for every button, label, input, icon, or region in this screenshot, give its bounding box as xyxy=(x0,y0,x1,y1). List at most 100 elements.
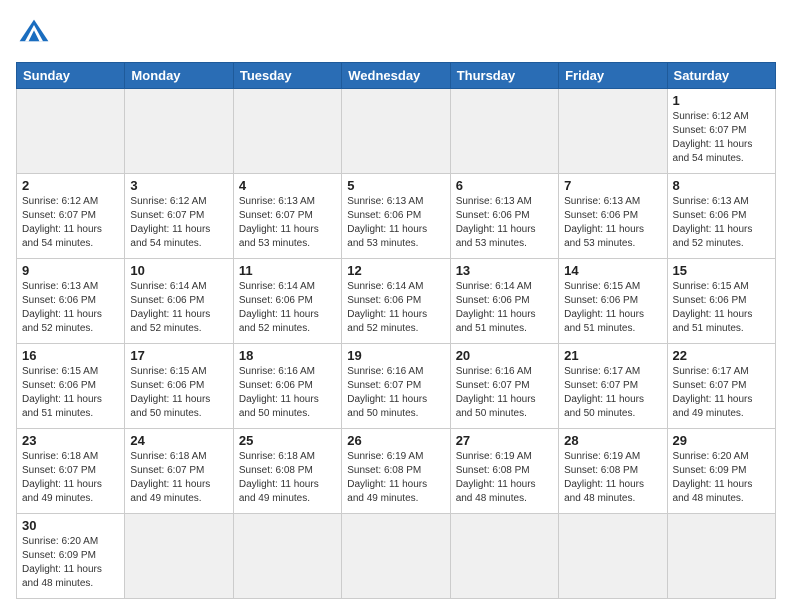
day-number: 27 xyxy=(456,433,553,448)
day-cell-24: 24 Sunrise: 6:18 AMSunset: 6:07 PMDayligh… xyxy=(125,429,233,514)
day-cell-29: 29 Sunrise: 6:20 AMSunset: 6:09 PMDayligh… xyxy=(667,429,775,514)
day-cell-11: 11Sunrise: 6:14 AMSunset: 6:06 PMDayligh… xyxy=(233,259,341,344)
day-cell-3: 3 Sunrise: 6:12 AMSunset: 6:07 PMDaylight… xyxy=(125,174,233,259)
day-info: Sunrise: 6:17 AMSunset: 6:07 PMDaylight:… xyxy=(673,365,770,421)
day-info: Sunrise: 6:20 AMSunset: 6:09 PMDaylight:… xyxy=(22,535,119,591)
col-header-monday: Monday xyxy=(125,63,233,89)
day-info: Sunrise: 6:16 AMSunset: 6:07 PMDaylight:… xyxy=(456,365,553,421)
calendar-body: 1 Sunrise: 6:12 AMSunset: 6:07 PMDaylight… xyxy=(17,89,776,599)
empty-cell xyxy=(125,514,233,599)
day-number: 6 xyxy=(456,178,553,193)
day-cell-15: 15Sunrise: 6:15 AMSunset: 6:06 PMDayligh… xyxy=(667,259,775,344)
day-cell-20: 20 Sunrise: 6:16 AMSunset: 6:07 PMDayligh… xyxy=(450,344,558,429)
day-cell-18: 18 Sunrise: 6:16 AMSunset: 6:06 PMDayligh… xyxy=(233,344,341,429)
day-number: 14 xyxy=(564,263,661,278)
day-info: Sunrise: 6:18 AMSunset: 6:08 PMDaylight:… xyxy=(239,450,336,506)
day-number: 22 xyxy=(673,348,770,363)
day-number: 17 xyxy=(130,348,227,363)
day-cell-6: 6 Sunrise: 6:13 AMSunset: 6:06 PMDaylight… xyxy=(450,174,558,259)
day-cell-4: 4 Sunrise: 6:13 AMSunset: 6:07 PMDaylight… xyxy=(233,174,341,259)
day-cell-1: 1 Sunrise: 6:12 AMSunset: 6:07 PMDaylight… xyxy=(667,89,775,174)
day-info: Sunrise: 6:14 AMSunset: 6:06 PMDaylight:… xyxy=(456,280,553,336)
empty-cell xyxy=(559,514,667,599)
day-info: Sunrise: 6:13 AMSunset: 6:06 PMDaylight:… xyxy=(347,195,444,251)
day-number: 25 xyxy=(239,433,336,448)
calendar-header-row: SundayMondayTuesdayWednesdayThursdayFrid… xyxy=(17,63,776,89)
day-cell-28: 28Sunrise: 6:19 AMSunset: 6:08 PMDayligh… xyxy=(559,429,667,514)
day-cell-22: 22 Sunrise: 6:17 AMSunset: 6:07 PMDayligh… xyxy=(667,344,775,429)
day-cell-7: 7 Sunrise: 6:13 AMSunset: 6:06 PMDaylight… xyxy=(559,174,667,259)
day-info: Sunrise: 6:13 AMSunset: 6:07 PMDaylight:… xyxy=(239,195,336,251)
day-info: Sunrise: 6:20 AMSunset: 6:09 PMDaylight:… xyxy=(673,450,770,506)
empty-cell xyxy=(450,89,558,174)
day-cell-25: 25 Sunrise: 6:18 AMSunset: 6:08 PMDayligh… xyxy=(233,429,341,514)
day-info: Sunrise: 6:18 AMSunset: 6:07 PMDaylight:… xyxy=(130,450,227,506)
day-number: 10 xyxy=(130,263,227,278)
calendar-week-3: 16 Sunrise: 6:15 AMSunset: 6:06 PMDayligh… xyxy=(17,344,776,429)
day-info: Sunrise: 6:15 AMSunset: 6:06 PMDaylight:… xyxy=(22,365,119,421)
day-number: 20 xyxy=(456,348,553,363)
empty-cell xyxy=(125,89,233,174)
day-info: Sunrise: 6:16 AMSunset: 6:07 PMDaylight:… xyxy=(347,365,444,421)
day-cell-26: 26Sunrise: 6:19 AMSunset: 6:08 PMDayligh… xyxy=(342,429,450,514)
day-number: 23 xyxy=(22,433,119,448)
col-header-saturday: Saturday xyxy=(667,63,775,89)
day-info: Sunrise: 6:17 AMSunset: 6:07 PMDaylight:… xyxy=(564,365,661,421)
col-header-tuesday: Tuesday xyxy=(233,63,341,89)
day-number: 2 xyxy=(22,178,119,193)
day-cell-23: 23 Sunrise: 6:18 AMSunset: 6:07 PMDayligh… xyxy=(17,429,125,514)
col-header-friday: Friday xyxy=(559,63,667,89)
day-info: Sunrise: 6:14 AMSunset: 6:06 PMDaylight:… xyxy=(347,280,444,336)
day-number: 12 xyxy=(347,263,444,278)
day-info: Sunrise: 6:18 AMSunset: 6:07 PMDaylight:… xyxy=(22,450,119,506)
day-info: Sunrise: 6:15 AMSunset: 6:06 PMDaylight:… xyxy=(673,280,770,336)
day-info: Sunrise: 6:13 AMSunset: 6:06 PMDaylight:… xyxy=(22,280,119,336)
empty-cell xyxy=(17,89,125,174)
day-info: Sunrise: 6:12 AMSunset: 6:07 PMDaylight:… xyxy=(22,195,119,251)
empty-cell xyxy=(450,514,558,599)
day-number: 4 xyxy=(239,178,336,193)
col-header-sunday: Sunday xyxy=(17,63,125,89)
day-number: 9 xyxy=(22,263,119,278)
day-info: Sunrise: 6:19 AMSunset: 6:08 PMDaylight:… xyxy=(456,450,553,506)
day-info: Sunrise: 6:12 AMSunset: 6:07 PMDaylight:… xyxy=(130,195,227,251)
day-cell-14: 14 Sunrise: 6:15 AMSunset: 6:06 PMDayligh… xyxy=(559,259,667,344)
calendar-week-1: 2 Sunrise: 6:12 AMSunset: 6:07 PMDaylight… xyxy=(17,174,776,259)
empty-cell xyxy=(233,89,341,174)
day-number: 1 xyxy=(673,93,770,108)
page-header xyxy=(16,16,776,52)
day-number: 3 xyxy=(130,178,227,193)
empty-cell xyxy=(667,514,775,599)
calendar-week-2: 9 Sunrise: 6:13 AMSunset: 6:06 PMDaylight… xyxy=(17,259,776,344)
day-info: Sunrise: 6:19 AMSunset: 6:08 PMDaylight:… xyxy=(564,450,661,506)
day-number: 11 xyxy=(239,263,336,278)
day-cell-13: 13Sunrise: 6:14 AMSunset: 6:06 PMDayligh… xyxy=(450,259,558,344)
col-header-thursday: Thursday xyxy=(450,63,558,89)
day-info: Sunrise: 6:15 AMSunset: 6:06 PMDaylight:… xyxy=(130,365,227,421)
day-cell-9: 9 Sunrise: 6:13 AMSunset: 6:06 PMDaylight… xyxy=(17,259,125,344)
empty-cell xyxy=(233,514,341,599)
empty-cell xyxy=(342,514,450,599)
day-cell-27: 27 Sunrise: 6:19 AMSunset: 6:08 PMDayligh… xyxy=(450,429,558,514)
day-number: 26 xyxy=(347,433,444,448)
day-cell-10: 10Sunrise: 6:14 AMSunset: 6:06 PMDayligh… xyxy=(125,259,233,344)
day-cell-21: 21 Sunrise: 6:17 AMSunset: 6:07 PMDayligh… xyxy=(559,344,667,429)
day-info: Sunrise: 6:15 AMSunset: 6:06 PMDaylight:… xyxy=(564,280,661,336)
day-info: Sunrise: 6:13 AMSunset: 6:06 PMDaylight:… xyxy=(564,195,661,251)
empty-cell xyxy=(342,89,450,174)
day-number: 18 xyxy=(239,348,336,363)
day-info: Sunrise: 6:13 AMSunset: 6:06 PMDaylight:… xyxy=(456,195,553,251)
day-number: 19 xyxy=(347,348,444,363)
day-cell-12: 12 Sunrise: 6:14 AMSunset: 6:06 PMDayligh… xyxy=(342,259,450,344)
day-number: 7 xyxy=(564,178,661,193)
day-info: Sunrise: 6:12 AMSunset: 6:07 PMDaylight:… xyxy=(673,110,770,166)
calendar-week-0: 1 Sunrise: 6:12 AMSunset: 6:07 PMDaylight… xyxy=(17,89,776,174)
day-number: 21 xyxy=(564,348,661,363)
calendar-table: SundayMondayTuesdayWednesdayThursdayFrid… xyxy=(16,62,776,599)
day-number: 24 xyxy=(130,433,227,448)
logo xyxy=(16,16,56,52)
day-number: 16 xyxy=(22,348,119,363)
day-number: 5 xyxy=(347,178,444,193)
day-number: 29 xyxy=(673,433,770,448)
day-info: Sunrise: 6:16 AMSunset: 6:06 PMDaylight:… xyxy=(239,365,336,421)
